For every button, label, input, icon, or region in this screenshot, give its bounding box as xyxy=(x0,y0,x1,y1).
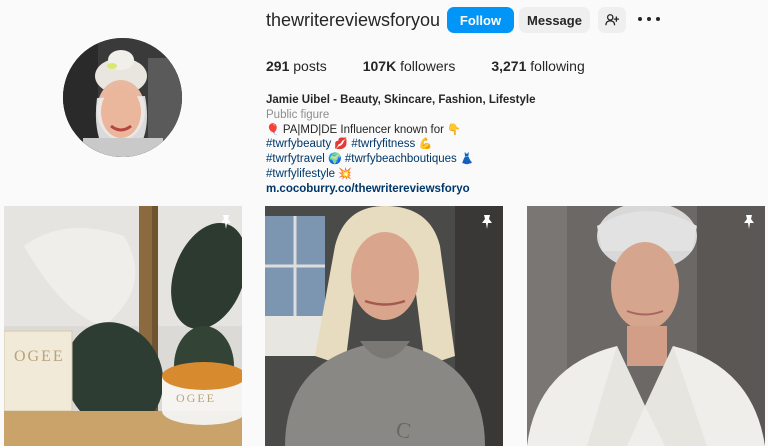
dress-icon: 👗 xyxy=(460,153,474,166)
posts-stat: 291 posts xyxy=(266,58,327,74)
hashtag-travel[interactable]: #twrfytravel xyxy=(266,153,325,165)
post-tile-3[interactable] xyxy=(527,206,765,446)
bio-line-1: 🎈 PA|MD|DE Influencer known for 👇 xyxy=(266,123,586,138)
hashtag-fitness[interactable]: #twrfyfitness xyxy=(351,138,415,150)
profile-bio: Jamie Uibel - Beauty, Skincare, Fashion,… xyxy=(266,93,586,197)
hashtag-lifestyle[interactable]: #twrfylifestyle xyxy=(266,168,335,180)
followers-label: followers xyxy=(400,58,456,74)
following-stat[interactable]: 3,271 following xyxy=(491,58,584,74)
bio-line-3: #twrfytravel 🌍 #twrfybeachboutiques 👗 xyxy=(266,152,586,167)
sparkle-icon: 💥 xyxy=(338,167,352,180)
add-user-icon xyxy=(605,14,619,26)
post-image-robe xyxy=(527,206,765,446)
posts-count: 291 xyxy=(266,58,290,74)
posts-label: posts xyxy=(293,58,327,74)
following-count: 3,271 xyxy=(491,58,527,74)
avatar-image xyxy=(63,38,182,157)
profile-stats: 291 posts 107K followers 3,271 following xyxy=(266,58,621,74)
more-options-icon[interactable] xyxy=(638,10,660,28)
followers-count: 107K xyxy=(362,58,397,74)
post-tile-1[interactable]: OGEE OGEE xyxy=(4,206,242,446)
post-image-skincare: OGEE OGEE xyxy=(4,206,242,446)
pin-icon xyxy=(482,215,492,229)
profile-full-name: Jamie Uibel - Beauty, Skincare, Fashion,… xyxy=(266,94,536,106)
post-image-portrait: C xyxy=(265,206,503,446)
profile-avatar[interactable] xyxy=(63,38,182,157)
profile-category: Public figure xyxy=(266,108,330,121)
profile-username: thewritereviewsforyou xyxy=(266,10,441,30)
lips-icon: 💋 xyxy=(334,138,349,151)
pin-icon xyxy=(744,215,754,229)
hashtag-beauty[interactable]: #twrfybeauty xyxy=(266,138,331,150)
post-tile-2[interactable]: C xyxy=(265,206,503,446)
pin-icon xyxy=(221,215,231,229)
following-label: following xyxy=(530,58,585,74)
ogee-jar-label: OGEE xyxy=(176,391,216,405)
bio-line-1-text: PA|MD|DE Influencer known for xyxy=(282,123,444,136)
globe-icon: 🌍 xyxy=(328,153,342,166)
suggested-accounts-button[interactable] xyxy=(598,7,626,33)
bio-link[interactable]: m.cocoburry.co/thewritereviewsforyo xyxy=(266,182,586,197)
pointing-hand-icon: 👇 xyxy=(447,123,461,136)
flexed-arm-icon: 💪 xyxy=(418,138,433,151)
follow-button[interactable]: Follow xyxy=(447,7,514,33)
bio-line-4: #twrfylifestyle 💥 xyxy=(266,167,586,182)
hashtag-beach-boutiques[interactable]: #twrfybeachboutiques xyxy=(345,153,457,165)
bio-line-2: #twrfybeauty 💋 #twrfyfitness 💪 xyxy=(266,137,586,152)
balloon-icon: 🎈 xyxy=(266,123,280,136)
message-button[interactable]: Message xyxy=(519,7,590,33)
ogee-box-label: OGEE xyxy=(14,348,65,365)
followers-stat[interactable]: 107K followers xyxy=(363,58,456,74)
